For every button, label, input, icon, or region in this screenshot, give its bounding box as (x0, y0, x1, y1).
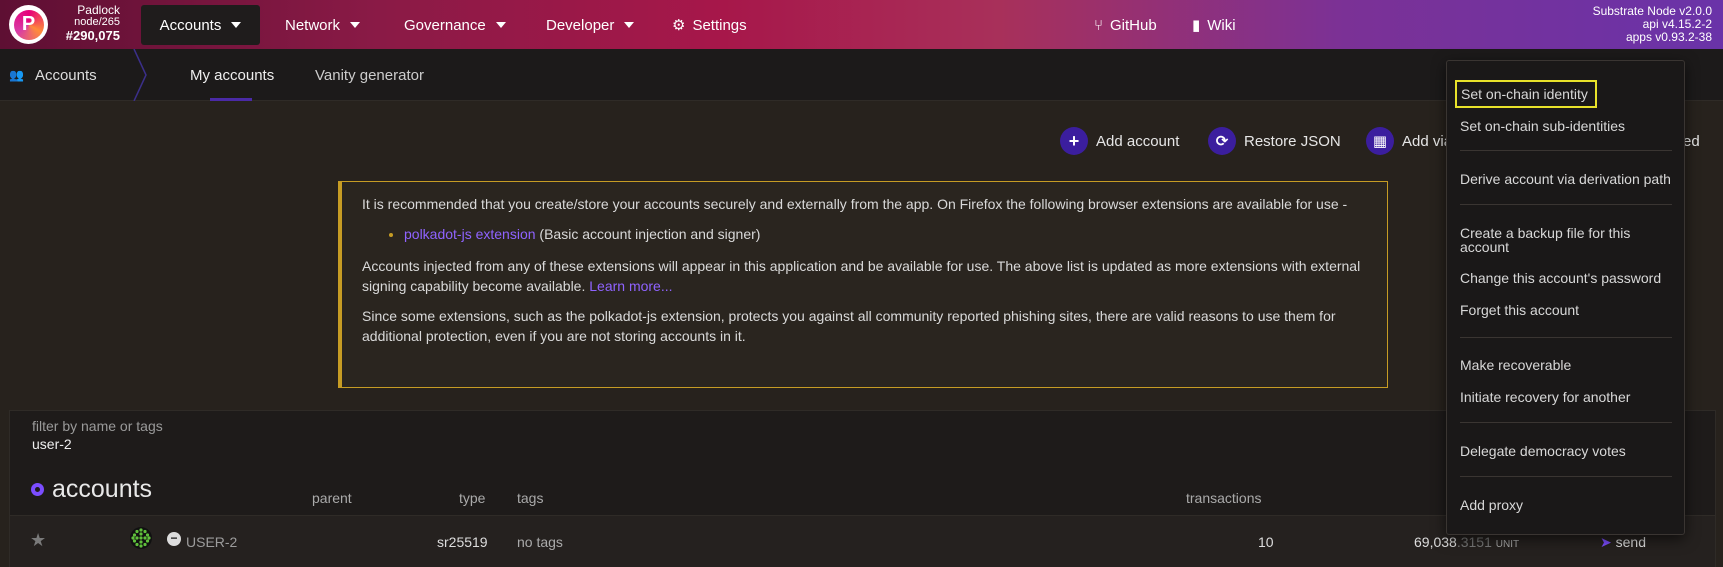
node-version: node/265 (74, 16, 120, 28)
add-account-label: Add account (1096, 132, 1180, 150)
git-branch-icon: ⑂ (1094, 16, 1104, 34)
menu-add-proxy[interactable]: Add proxy (1460, 498, 1674, 512)
star-icon[interactable]: ★ (30, 530, 46, 551)
nav-accounts[interactable]: Accounts (141, 5, 260, 45)
balance-fraction: .3151 (1456, 534, 1492, 550)
restore-json-label: Restore JSON (1244, 132, 1341, 150)
block-number: #290,075 (65, 28, 120, 43)
users-icon: 👥 (9, 68, 24, 82)
top-bar: P Padlock node/265 #290,075 Accounts Net… (0, 0, 1723, 49)
extension-description: (Basic account injection and signer) (535, 226, 761, 242)
column-transactions: transactions (1186, 490, 1262, 506)
qr-code-icon: ▦ (1366, 127, 1394, 155)
menu-make-recoverable[interactable]: Make recoverable (1460, 358, 1674, 372)
gears-icon: ⚙ (672, 17, 686, 34)
notice-paragraph-1: It is recommended that you create/store … (362, 196, 1348, 212)
nav-settings[interactable]: ⚙ Settings (654, 5, 765, 45)
account-tags[interactable]: no tags (517, 534, 563, 550)
apps-version-line: apps v0.93.2-38 (1625, 30, 1712, 44)
account-type: sr25519 (437, 534, 488, 550)
menu-divider (1460, 422, 1672, 423)
transaction-count: 10 (1258, 534, 1274, 550)
polkadot-js-extension-link[interactable]: polkadot-js extension (404, 226, 536, 242)
polkadot-logo-icon: P (13, 9, 44, 40)
menu-divider (1460, 204, 1672, 205)
extension-notice: It is recommended that you create/store … (338, 181, 1388, 388)
version-info: Substrate Node v2.0.0 api v4.15.2-2 apps… (1593, 5, 1712, 44)
tab-my-accounts[interactable]: My accounts (190, 49, 274, 101)
accounts-heading-label: accounts (52, 475, 153, 503)
column-tags: tags (517, 490, 544, 506)
book-icon: ▮ (1192, 17, 1201, 34)
add-via-button[interactable]: ▦ Add via (1366, 126, 1452, 156)
chain-name: Padlock (77, 3, 120, 17)
minus-circle-icon[interactable]: − (167, 532, 181, 546)
chevron-down-icon (495, 22, 506, 28)
identicon-icon[interactable] (130, 527, 152, 549)
menu-initiate-recovery[interactable]: Initiate recovery for another (1460, 390, 1674, 404)
menu-divider (1460, 337, 1672, 338)
add-account-button[interactable]: + Add account (1060, 126, 1179, 156)
learn-more-link[interactable]: Learn more... (589, 278, 672, 294)
chevron-down-icon (624, 22, 635, 28)
menu-divider (1460, 150, 1672, 151)
section-title: 👥 Accounts (0, 49, 140, 101)
chain-info[interactable]: Padlock node/265 #290,075 (52, 4, 120, 44)
column-type: type (459, 490, 486, 506)
chevron-down-icon (231, 22, 242, 28)
column-parent: parent (312, 490, 352, 506)
accounts-heading: accounts (31, 475, 152, 504)
extension-list: polkadot-js extension (Basic account inj… (404, 224, 1367, 244)
account-actions-menu: Set on-chain identity Set on-chain sub-i… (1446, 60, 1685, 535)
add-via-label: Add via (1402, 132, 1453, 150)
balance-integer: 69,038 (1414, 534, 1457, 550)
send-button[interactable]: ➤ send (1600, 534, 1646, 551)
nav-network[interactable]: Network (267, 5, 378, 45)
menu-change-password[interactable]: Change this account's password (1460, 271, 1674, 285)
active-tab-indicator (210, 98, 252, 101)
menu-derive-account[interactable]: Derive account via derivation path (1460, 172, 1674, 186)
circle-dot-icon (31, 483, 44, 496)
filter-label: filter by name or tags (32, 418, 163, 434)
breadcrumb-chevron-icon (133, 49, 147, 101)
extension-list-item: polkadot-js extension (Basic account inj… (404, 224, 1367, 244)
hidden-button-label[interactable]: ed (1683, 126, 1700, 156)
menu-forget-account[interactable]: Forget this account (1460, 303, 1674, 317)
menu-set-on-chain-identity[interactable]: Set on-chain identity (1455, 80, 1597, 108)
nav-network-label: Network (285, 16, 341, 34)
nav-github[interactable]: ⑂ GitHub (1076, 5, 1175, 45)
paper-plane-icon: ➤ (1600, 534, 1612, 550)
menu-delegate-votes[interactable]: Delegate democracy votes (1460, 444, 1674, 458)
menu-set-on-chain-sub-identities[interactable]: Set on-chain sub-identities (1460, 119, 1674, 133)
nav-developer[interactable]: Developer (528, 5, 652, 45)
notice-paragraph-3: Since some extensions, such as the polka… (362, 308, 1336, 344)
nav-github-label: GitHub (1110, 16, 1157, 34)
nav-governance[interactable]: Governance (386, 5, 524, 45)
nav-settings-label: Settings (692, 16, 747, 34)
tab-vanity-generator[interactable]: Vanity generator (315, 49, 424, 101)
sync-icon: ⟳ (1208, 127, 1236, 155)
section-title-label: Accounts (34, 66, 97, 84)
account-balance[interactable]: 69,038.3151 UNIT (1414, 534, 1519, 550)
plus-icon: + (1060, 127, 1088, 155)
notice-paragraph-2-text: Accounts injected from any of these exte… (362, 258, 1361, 294)
send-label: send (1615, 534, 1646, 550)
nav-wiki[interactable]: ▮ Wiki (1174, 5, 1254, 45)
restore-json-button[interactable]: ⟳ Restore JSON (1208, 126, 1341, 156)
chevron-down-icon (350, 22, 361, 28)
nav-wiki-label: Wiki (1207, 16, 1236, 34)
menu-divider (1460, 476, 1672, 477)
chain-logo[interactable]: P (9, 5, 48, 44)
notice-paragraph-2: Accounts injected from any of these exte… (362, 256, 1367, 296)
menu-create-backup[interactable]: Create a backup file for this account (1460, 226, 1674, 254)
filter-input[interactable]: user-2 (32, 436, 72, 452)
account-name[interactable]: USER-2 (186, 534, 237, 550)
nav-accounts-label: Accounts (159, 16, 222, 34)
nav-developer-label: Developer (546, 16, 615, 34)
balance-unit: UNIT (1495, 539, 1520, 550)
nav-governance-label: Governance (404, 16, 486, 34)
